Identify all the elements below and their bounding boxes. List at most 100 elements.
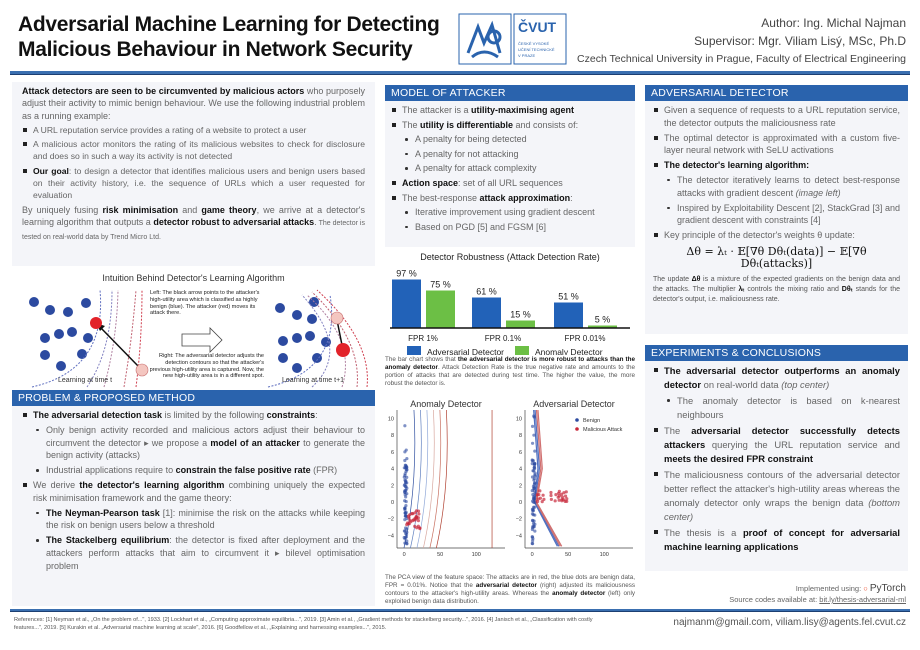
text-run: and consists of: — [513, 119, 579, 130]
benign-point — [404, 466, 408, 470]
malicious-point — [557, 494, 561, 498]
y-tick-label: 8 — [391, 433, 394, 439]
list-item: Action space: set of all URL sequences — [391, 177, 629, 190]
text-run: The bar chart shows that — [385, 356, 458, 363]
source-link[interactable]: bit.ly/thesis-adversarial-ml — [819, 595, 906, 604]
list-item: A URL reputation service provides a rati… — [22, 124, 365, 136]
text-run: The — [402, 119, 421, 130]
bar-value-label: 5 % — [595, 315, 611, 325]
text-run: The detector iteratively learns to detec… — [677, 174, 900, 198]
intuition-figure: Intuition Behind Detector's Learning Alg… — [12, 270, 375, 388]
cvut-logo: ČVUT ČESKÉ VYSOKÉ UČENÍ TECHNICKÉ V PRAZ… — [458, 13, 568, 65]
text-run: The best-response — [402, 192, 480, 203]
malicious-point — [553, 499, 557, 503]
x-tick-label: 50 — [565, 552, 571, 558]
text-run: anomaly detector — [552, 590, 606, 597]
text-run: The update — [653, 275, 692, 283]
text-run: A penalty for not attacking — [415, 148, 519, 159]
section-header-detector: ADVERSARIAL DETECTOR — [645, 85, 908, 101]
x-tick-label: 0 — [531, 552, 534, 558]
list-item: Key principle of the detector's weights … — [653, 229, 900, 242]
benign-point — [531, 509, 535, 513]
benign-point — [533, 501, 537, 505]
malicious-point — [538, 489, 542, 493]
poster-title: Adversarial Machine Learning for Detecti… — [18, 12, 440, 62]
list-item: The Stackelberg equilibrium: the detecto… — [22, 534, 365, 572]
contour-line — [429, 409, 442, 549]
benign-point — [531, 524, 535, 529]
x-tick-label: FPR 0.1% — [485, 334, 521, 343]
malicious-point — [416, 519, 421, 523]
list-item: The detector's learning algorithm: — [653, 159, 900, 172]
legend-swatch — [515, 346, 529, 355]
list-item: Given a sequence of requests to a URL re… — [653, 104, 900, 130]
malicious-point — [554, 493, 558, 497]
text-run: Action space — [402, 177, 459, 188]
y-tick-label: 8 — [519, 433, 522, 439]
text-run: : — [570, 192, 573, 203]
text-run: Given a sequence of requests to a URL re… — [664, 105, 900, 128]
malicious-point — [408, 518, 412, 522]
section-header-experiments: EXPERIMENTS & CONCLUSIONS — [645, 345, 908, 361]
malicious-point — [540, 500, 544, 504]
text-run: querying the URL reputation service and — [705, 439, 900, 450]
bar-chart-caption: The bar chart shows that the adversarial… — [385, 356, 635, 388]
author: Author: Ing. Michal Najman — [761, 16, 906, 30]
y-tick-label: 10 — [388, 416, 394, 422]
bar-value-label: 75 % — [430, 280, 451, 290]
benign-point — [532, 497, 536, 502]
benign-point — [530, 527, 535, 532]
list-item: Inspired by Exploitability Descent [2], … — [653, 202, 900, 228]
benign-point — [531, 537, 535, 541]
benign-point — [530, 458, 534, 462]
list-item: The anomaly detector is based on k-neare… — [653, 394, 900, 422]
benign-point — [531, 484, 536, 488]
intro-summary: By uniquely fusing risk minimisation and… — [22, 204, 365, 245]
list-item: We derive the detector's learning algori… — [22, 479, 365, 505]
benign-point — [404, 535, 409, 539]
malicious-point — [414, 509, 419, 513]
source-label: Source codes available at: — [729, 595, 818, 604]
text-run: A URL reputation service provides a rati… — [33, 124, 307, 135]
benign-point — [532, 505, 536, 509]
benign-point — [531, 492, 535, 497]
x-tick-label: FPR 0.01% — [565, 334, 606, 343]
text-run: Key principle of the detector's weights … — [664, 230, 855, 241]
text-run: risk minimisation — [102, 204, 179, 215]
text-run: : — [315, 410, 318, 420]
experiments-list: The adversarial detector outperforms an … — [653, 364, 900, 554]
text-run: The maliciousness contours of the advers… — [664, 469, 900, 508]
text-run: By uniquely fusing — [22, 204, 103, 215]
text-run: The anomaly detector is based on k-neare… — [677, 395, 900, 420]
text-run: meets the desired FPR constraint — [664, 453, 813, 464]
y-tick-label: 2 — [519, 483, 522, 489]
list-item: Only benign activity recorded and malici… — [22, 424, 365, 462]
bar-value-label: 97 % — [396, 269, 417, 279]
malicious-point — [562, 498, 566, 502]
pca-scatter-svg: Anomaly Detector1086420−2−40 50 100Adversa… — [388, 399, 633, 558]
malicious-point — [418, 527, 422, 531]
attacker-list: The attacker is a utility-maximising age… — [391, 104, 629, 233]
list-item: The best-response attack approximation: — [391, 192, 629, 205]
attacker-panel: The attacker is a utility-maximising age… — [385, 101, 635, 247]
y-tick-label: −2 — [516, 517, 522, 523]
benign-point — [532, 467, 537, 471]
text-run: : to design a detector that identifies m… — [33, 165, 365, 201]
malicious-point — [549, 490, 553, 495]
svg-text:ČESKÉ VYSOKÉ: ČESKÉ VYSOKÉ — [518, 41, 549, 46]
text-run: The adversarial detection task — [33, 410, 163, 420]
list-item: The adversarial detection task is limite… — [22, 409, 365, 422]
text-run: The optimal detector is approximated wit… — [664, 132, 900, 156]
list-item: Iterative improvement using gradient des… — [391, 206, 629, 219]
text-run: attack approximation — [479, 192, 571, 203]
y-tick-label: 6 — [519, 450, 522, 456]
malicious-point — [541, 493, 545, 497]
text-run: A penalty for being detected — [415, 134, 527, 145]
malicious-point — [557, 489, 561, 493]
panel-title: Adversarial Detector — [533, 399, 615, 409]
svg-text:UČENÍ TECHNICKÉ: UČENÍ TECHNICKÉ — [518, 47, 555, 52]
bar-adversarial — [392, 279, 421, 328]
intro-list: A URL reputation service provides a rati… — [22, 124, 365, 202]
text-run: Based on PGD [5] and FGSM [6] — [415, 221, 547, 232]
text-run: The thesis is a — [664, 527, 743, 538]
